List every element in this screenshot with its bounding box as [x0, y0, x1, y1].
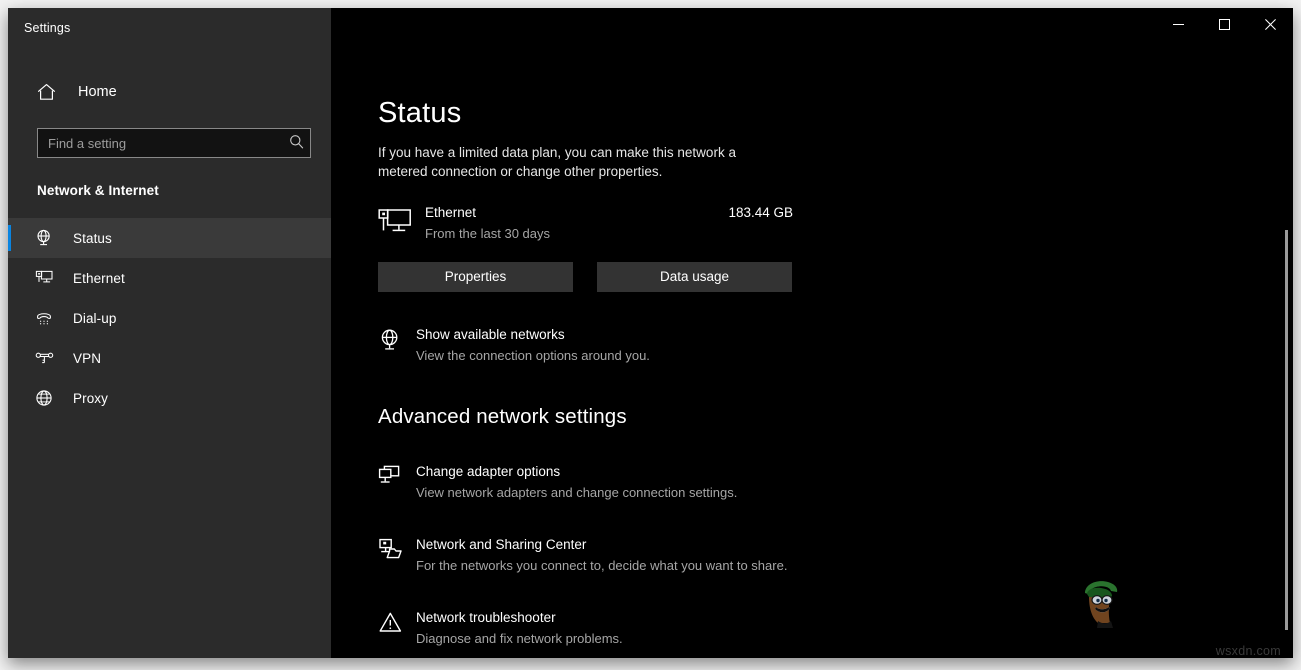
warning-triangle-icon: [378, 609, 410, 635]
maximize-icon: [1219, 19, 1230, 30]
minimize-button[interactable]: [1155, 8, 1201, 40]
sidebar-item-home[interactable]: Home: [8, 74, 331, 110]
network-troubleshooter-title: Network troubleshooter: [416, 609, 808, 627]
sidebar-item-status[interactable]: Status: [8, 218, 331, 258]
window-body: Home Network & Internet: [8, 48, 1293, 658]
page-title: Status: [378, 98, 1293, 130]
network-sharing-center-item[interactable]: Network and Sharing Center For the netwo…: [378, 536, 808, 575]
main-scrollbar[interactable]: [1279, 48, 1293, 658]
show-available-networks-item[interactable]: Show available networks View the connect…: [378, 326, 808, 365]
sidebar-item-vpn[interactable]: VPN: [8, 338, 331, 378]
title-bar: Settings: [8, 8, 1293, 48]
change-adapter-options-title: Change adapter options: [416, 463, 808, 481]
sidebar-item-ethernet[interactable]: Ethernet: [8, 258, 331, 298]
globe-status-icon: [33, 229, 55, 247]
two-monitors-icon: [378, 463, 410, 489]
search-box[interactable]: [37, 128, 311, 158]
screen: Settings: [0, 0, 1301, 670]
sidebar-item-ethernet-label: Ethernet: [73, 271, 125, 286]
advanced-settings-heading: Advanced network settings: [378, 405, 1293, 429]
network-data-usage-value: 183.44 GB: [728, 204, 793, 220]
sidebar: Home Network & Internet: [8, 48, 331, 658]
proxy-globe-icon: [33, 389, 55, 407]
ethernet-monitor-icon: [378, 204, 418, 240]
network-subtitle: From the last 30 days: [425, 225, 728, 243]
network-sharing-center-text: Network and Sharing Center For the netwo…: [416, 536, 808, 575]
action-button-row: Properties Data usage: [378, 262, 1293, 292]
title-bar-left: Settings: [8, 8, 331, 48]
settings-window: Settings: [8, 8, 1293, 658]
show-available-networks-title: Show available networks: [416, 326, 808, 344]
sidebar-item-home-label: Home: [78, 84, 117, 100]
app-title: Settings: [24, 21, 70, 35]
sidebar-item-vpn-label: VPN: [73, 351, 101, 366]
home-icon: [37, 83, 59, 101]
sidebar-nav-list: Status: [8, 218, 331, 418]
window-controls: [331, 8, 1293, 48]
search-input[interactable]: [38, 129, 282, 157]
network-troubleshooter-subtitle: Diagnose and fix network problems.: [416, 630, 808, 648]
search-button[interactable]: [282, 129, 310, 157]
globe-stand-icon: [378, 326, 410, 352]
change-adapter-options-subtitle: View network adapters and change connect…: [416, 484, 808, 502]
network-troubleshooter-item[interactable]: Network troubleshooter Diagnose and fix …: [378, 609, 808, 648]
network-summary-row: Ethernet From the last 30 days 183.44 GB: [378, 204, 793, 243]
network-troubleshooter-text: Network troubleshooter Diagnose and fix …: [416, 609, 808, 648]
search-icon: [289, 134, 304, 152]
main-content: Status If you have a limited data plan, …: [331, 48, 1293, 658]
page-description: If you have a limited data plan, you can…: [378, 143, 760, 182]
change-adapter-options-item[interactable]: Change adapter options View network adap…: [378, 463, 808, 502]
network-sharing-center-title: Network and Sharing Center: [416, 536, 808, 554]
change-adapter-options-text: Change adapter options View network adap…: [416, 463, 808, 502]
main-inner: Status If you have a limited data plan, …: [331, 48, 1293, 658]
sidebar-section-title: Network & Internet: [37, 183, 331, 198]
show-available-networks-text: Show available networks View the connect…: [416, 326, 808, 365]
ethernet-icon: [33, 269, 55, 287]
maximize-button[interactable]: [1201, 8, 1247, 40]
data-usage-button[interactable]: Data usage: [597, 262, 792, 292]
minimize-icon: [1173, 19, 1184, 30]
close-icon: [1265, 19, 1276, 30]
network-sharing-center-subtitle: For the networks you connect to, decide …: [416, 557, 808, 575]
properties-button[interactable]: Properties: [378, 262, 573, 292]
sidebar-item-dialup[interactable]: Dial-up: [8, 298, 331, 338]
scrollbar-thumb[interactable]: [1285, 230, 1288, 630]
sharing-center-icon: [378, 536, 410, 562]
show-available-networks-subtitle: View the connection options around you.: [416, 347, 808, 365]
network-name: Ethernet: [425, 204, 728, 222]
vpn-key-icon: [33, 351, 55, 365]
sidebar-item-dialup-label: Dial-up: [73, 311, 116, 326]
dialup-phone-icon: [33, 309, 55, 327]
sidebar-item-proxy-label: Proxy: [73, 391, 108, 406]
sidebar-item-proxy[interactable]: Proxy: [8, 378, 331, 418]
close-button[interactable]: [1247, 8, 1293, 40]
network-summary-text: Ethernet From the last 30 days: [425, 204, 728, 243]
sidebar-item-status-label: Status: [73, 231, 112, 246]
